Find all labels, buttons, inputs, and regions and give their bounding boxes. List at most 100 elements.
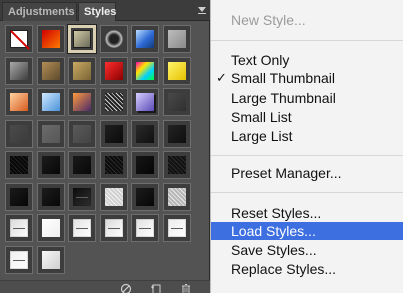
- style-swatch-black-9[interactable]: [131, 183, 159, 211]
- black-icon: [105, 125, 123, 143]
- menu-item-label: Large List: [231, 128, 293, 144]
- panel-tab-bar: Adjustments Styles: [0, 0, 210, 21]
- style-swatch-red-glow[interactable]: [37, 25, 65, 53]
- white-noise-icon: [42, 251, 60, 269]
- menu-item-small-list[interactable]: Small List: [211, 108, 403, 126]
- tab-adjustments[interactable]: Adjustments: [2, 2, 77, 21]
- style-swatch-light-grain[interactable]: [163, 183, 191, 211]
- style-swatch-gray-metal[interactable]: [5, 57, 33, 85]
- white-lines-icon: [73, 219, 91, 237]
- style-swatch-white[interactable]: [37, 214, 65, 242]
- menu-item-load-styles[interactable]: Load Styles...: [211, 222, 403, 240]
- style-swatch-red-button[interactable]: [100, 57, 128, 85]
- black-8-icon: [42, 188, 60, 206]
- style-swatch-black[interactable]: [100, 120, 128, 148]
- style-swatch-black-6[interactable]: [131, 151, 159, 179]
- tab-styles[interactable]: Styles: [78, 2, 116, 21]
- style-swatch-gray-2[interactable]: [68, 120, 96, 148]
- style-swatch-black-speckle[interactable]: [5, 151, 33, 179]
- menu-separator: [211, 192, 403, 193]
- style-swatch-white-dots[interactable]: [131, 214, 159, 242]
- no-style-icon[interactable]: [120, 282, 132, 293]
- sunset-icon: [73, 93, 91, 111]
- menu-item-small-thumbnail[interactable]: ✓ Small Thumbnail: [211, 69, 403, 87]
- style-swatch-gray-flat[interactable]: [163, 25, 191, 53]
- menu-separator: [211, 40, 403, 41]
- style-swatch-white-noise[interactable]: [37, 246, 65, 274]
- menu-item-save-styles[interactable]: Save Styles...: [211, 241, 403, 259]
- style-swatch-sky[interactable]: [37, 88, 65, 116]
- style-swatch-white-lines[interactable]: [68, 214, 96, 242]
- style-swatch-gold[interactable]: [68, 57, 96, 85]
- black-speckle-icon: [10, 156, 28, 174]
- black-5-icon: [73, 156, 91, 174]
- selected-bevel-icon: [73, 30, 91, 48]
- styles-panel: Adjustments Styles: [0, 0, 210, 293]
- sky-icon: [42, 93, 60, 111]
- menu-item-label: Reset Styles...: [231, 205, 322, 221]
- style-swatch-chrome-ring[interactable]: [100, 25, 128, 53]
- style-swatch-sunset[interactable]: [68, 88, 96, 116]
- style-swatch-no-style[interactable]: [5, 25, 33, 53]
- new-style-icon[interactable]: [150, 282, 162, 293]
- menu-item-text-only[interactable]: Text Only: [211, 51, 403, 69]
- style-swatch-white-line[interactable]: [5, 246, 33, 274]
- style-swatch-dark-grain[interactable]: [163, 151, 191, 179]
- menu-item-label: Preset Manager...: [231, 165, 342, 181]
- style-swatch-black-2[interactable]: [131, 120, 159, 148]
- menu-item-reset-styles[interactable]: Reset Styles...: [211, 204, 403, 222]
- style-swatch-dark-flat[interactable]: [163, 88, 191, 116]
- white-dots-icon: [136, 219, 154, 237]
- white-icon: [42, 219, 60, 237]
- menu-item-large-list[interactable]: Large List: [211, 127, 403, 145]
- style-swatch-black-7[interactable]: [5, 183, 33, 211]
- styles-panel-menu: New Style... Text Only ✓ Small Thumbnail…: [210, 0, 403, 293]
- menu-item-preset-manager[interactable]: Preset Manager...: [211, 164, 403, 182]
- black-3-icon: [168, 125, 186, 143]
- menu-item-large-thumbnail[interactable]: Large Thumbnail: [211, 89, 403, 107]
- style-swatch-bronze[interactable]: [37, 57, 65, 85]
- style-swatch-black-3[interactable]: [163, 120, 191, 148]
- style-swatch-dark-scratch[interactable]: [68, 183, 96, 211]
- noise-icon: [105, 93, 123, 111]
- menu-item-replace-styles[interactable]: Replace Styles...: [211, 260, 403, 278]
- style-swatch-rainbow[interactable]: [131, 57, 159, 85]
- menu-item-label: New Style...: [231, 12, 306, 28]
- black-9-icon: [136, 188, 154, 206]
- gray-2-icon: [73, 125, 91, 143]
- style-swatch-dark-texture[interactable]: [100, 151, 128, 179]
- style-swatch-dark-gray[interactable]: [5, 120, 33, 148]
- trash-icon[interactable]: [180, 282, 192, 293]
- menu-item-label: Load Styles...: [231, 223, 316, 239]
- style-swatch-white-scribble[interactable]: [5, 214, 33, 242]
- menu-item-label: Small List: [231, 109, 292, 125]
- style-swatch-purple-shadow[interactable]: [131, 88, 159, 116]
- purple-shadow-icon: [136, 93, 154, 111]
- dark-grain-icon: [168, 156, 186, 174]
- blue-glass-icon: [136, 30, 154, 48]
- style-swatch-gray[interactable]: [37, 120, 65, 148]
- menu-item-label: Save Styles...: [231, 242, 317, 258]
- panel-menu-icon[interactable]: [196, 4, 208, 16]
- style-swatch-black-4[interactable]: [37, 151, 65, 179]
- red-glow-icon: [42, 30, 60, 48]
- style-swatch-black-5[interactable]: [68, 151, 96, 179]
- chrome-ring-icon: [105, 30, 123, 48]
- black-7-icon: [10, 188, 28, 206]
- style-swatch-noise[interactable]: [100, 88, 128, 116]
- menu-separator: [211, 155, 403, 156]
- style-swatch-orange-gradient[interactable]: [5, 88, 33, 116]
- black-4-icon: [42, 156, 60, 174]
- white-hairline-icon: [168, 219, 186, 237]
- red-button-icon: [105, 62, 123, 80]
- style-swatch-selected-bevel[interactable]: [68, 25, 96, 53]
- style-swatch-yellow-glow[interactable]: [163, 57, 191, 85]
- style-swatch-white-scratch[interactable]: [100, 214, 128, 242]
- style-swatch-blue-glass[interactable]: [131, 25, 159, 53]
- style-swatch-black-8[interactable]: [37, 183, 65, 211]
- style-swatch-light-speckle[interactable]: [100, 183, 128, 211]
- light-speckle-icon: [105, 188, 123, 206]
- style-swatch-white-hairline[interactable]: [163, 214, 191, 242]
- black-2-icon: [136, 125, 154, 143]
- yellow-glow-icon: [168, 62, 186, 80]
